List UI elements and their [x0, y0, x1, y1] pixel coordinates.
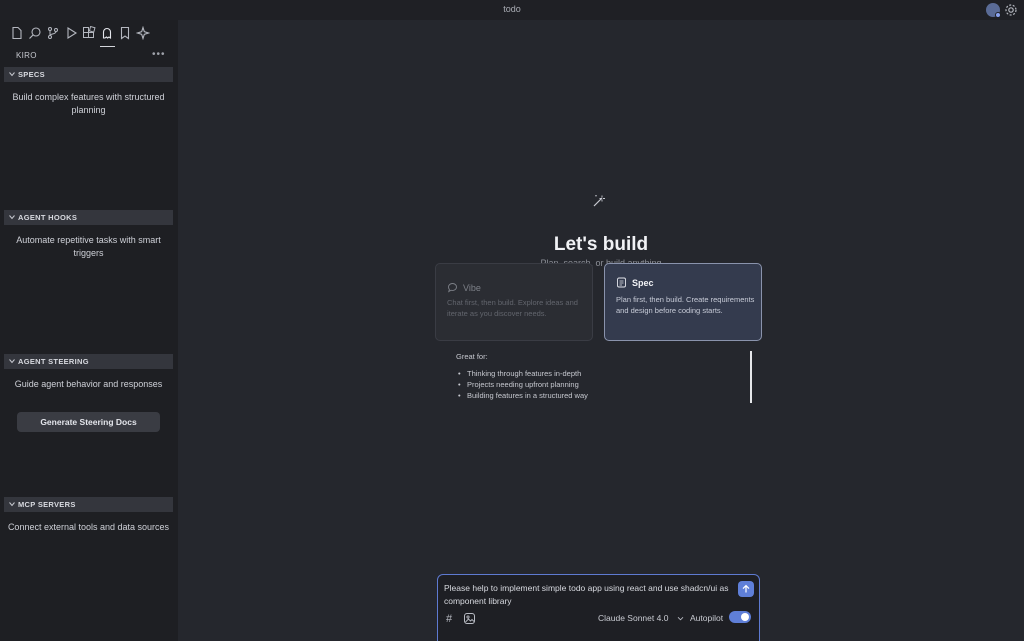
image-attach-icon[interactable] [463, 612, 476, 625]
chevron-down-icon [9, 359, 15, 364]
search-icon[interactable] [28, 26, 42, 40]
active-tab-indicator [100, 46, 115, 47]
gear-icon[interactable] [1004, 3, 1018, 17]
mode-card-vibe[interactable]: Vibe Chat first, then build. Explore ide… [435, 263, 593, 341]
account-avatar-icon[interactable] [986, 3, 1001, 18]
section-description: Guide agent behavior and responses [14, 379, 163, 389]
scrollbar[interactable] [750, 351, 752, 403]
mode-description: Plan first, then build. Create requireme… [616, 295, 755, 315]
chat-input-box[interactable]: Please help to implement simple todo app… [437, 574, 760, 641]
chat-input[interactable]: Please help to implement simple todo app… [444, 582, 729, 608]
section-header-agent-hooks[interactable]: AGENT HOOKS [4, 210, 173, 225]
section-description: Connect external tools and data sources [7, 522, 170, 532]
main-panel: Let's build Plan, search, or build anyth… [178, 20, 1024, 641]
send-button[interactable] [738, 581, 754, 597]
section-header-specs[interactable]: SPECS [4, 67, 173, 82]
section-header-agent-steering[interactable]: AGENT STEERING [4, 354, 173, 369]
mode-description: Chat first, then build. Explore ideas an… [447, 298, 578, 318]
section-description: Build complex features with structured p… [12, 92, 165, 115]
page-title: Let's build [553, 234, 649, 255]
sidebar: KIRO ••• SPECS Build complex features wi… [0, 20, 178, 641]
section-title: SPECS [18, 70, 45, 79]
mode-card-spec[interactable]: Spec Plan first, then build. Create requ… [604, 263, 762, 341]
run-debug-icon[interactable] [64, 26, 78, 40]
extensions-icon[interactable] [82, 25, 96, 40]
mode-title: Spec [632, 278, 654, 288]
section-title: MCP SERVERS [18, 500, 76, 509]
section-header-mcp-servers[interactable]: MCP SERVERS [4, 497, 173, 512]
title-bar: todo [0, 0, 1024, 20]
autopilot-toggle[interactable] [729, 611, 751, 623]
great-for-heading: Great for: [456, 352, 488, 361]
more-actions-icon[interactable]: ••• [152, 49, 166, 60]
chevron-down-icon [9, 72, 15, 77]
magic-wand-icon [593, 195, 605, 207]
section-description: Automate repetitive tasks with smart tri… [16, 235, 161, 258]
sparkle-icon[interactable] [135, 25, 151, 41]
model-selector[interactable]: Claude Sonnet 4.0 [598, 613, 668, 623]
list-item: Projects needing upfront planning [456, 379, 588, 390]
page-subtitle: Plan, search, or build anything [540, 258, 662, 268]
chevron-down-icon [9, 502, 15, 507]
chevron-down-icon[interactable] [677, 615, 684, 622]
chat-bubble-icon [448, 283, 457, 293]
sidebar-title: KIRO [16, 51, 37, 60]
hash-context-icon[interactable]: # [446, 613, 452, 625]
list-item: Thinking through features in-depth [456, 368, 588, 379]
activity-bar [4, 24, 174, 47]
arrow-up-icon [742, 584, 750, 593]
window-title: todo [503, 4, 521, 14]
section-title: AGENT STEERING [18, 357, 89, 366]
source-control-icon[interactable] [46, 26, 60, 40]
autopilot-label: Autopilot [690, 613, 724, 623]
generate-steering-docs-button[interactable]: Generate Steering Docs [17, 412, 160, 432]
document-list-icon [617, 277, 626, 288]
section-title: AGENT HOOKS [18, 213, 78, 222]
bookmark-icon[interactable] [118, 26, 132, 40]
explorer-icon[interactable] [10, 26, 24, 40]
kiro-ghost-icon[interactable] [100, 26, 114, 40]
chevron-down-icon [9, 215, 15, 220]
mode-title: Vibe [463, 283, 481, 293]
great-for-list: Thinking through features in-depth Proje… [456, 368, 588, 401]
list-item: Building features in a structured way [456, 390, 588, 401]
